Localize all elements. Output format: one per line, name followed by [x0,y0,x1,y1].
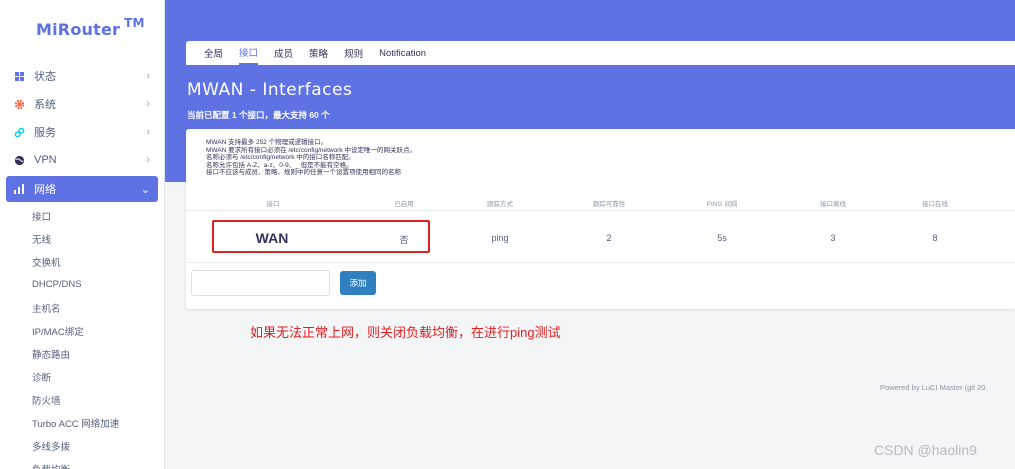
chevron-right-icon: › [146,98,150,110]
sidebar-item-services[interactable]: 服务 › [0,118,164,146]
submenu-item-switch[interactable]: 交换机 [32,250,164,273]
column-header-interface-down: 接口离线 [820,201,846,208]
gear-icon [12,99,26,110]
column-header-interface: 接口 [266,201,280,208]
sidebar-item-system[interactable]: 系统 › [0,90,164,118]
sidebar-item-label: 服务 [34,127,56,139]
submenu-item-multi-dial[interactable]: 多线多拨 [32,434,164,457]
add-button[interactable]: 添加 [340,271,376,295]
tab-notification[interactable]: Notification [379,41,426,65]
tab-members[interactable]: 成员 [274,41,293,65]
column-header-interface-up: 接口在线 [922,201,948,208]
sidebar-menu: 状态 › 系统 › 服务 › VPN › 网络 ⌄ 接口 无线 交换机 DHCP… [0,62,164,469]
submenu-item-ip-mac-binding[interactable]: IP/MAC绑定 [32,319,164,342]
sidebar-item-label: 状态 [34,71,56,83]
notes-block: MWAN 支持最多 252 个物理或逻辑接口。 MWAN 要求所有接口必须在 /… [206,139,416,177]
app-root: MiRouter TM 状态 › 系统 › 服务 › VPN › 网络 ⌄ 接口… [0,0,1015,469]
submenu-item-interfaces[interactable]: 接口 [32,204,164,227]
logo-text: MiRouter [36,19,121,39]
chevron-right-icon: › [146,70,150,82]
submenu-item-diagnostics[interactable]: 诊断 [32,365,164,388]
red-highlight-box [212,220,430,253]
footer-powered-by: Powered by LuCI Master (git 20. [880,383,988,392]
sidebar-item-vpn[interactable]: VPN › [0,146,164,174]
table-row[interactable]: WAN 否 ping 2 5s 3 8 [186,213,1015,263]
sidebar-item-status[interactable]: 状态 › [0,62,164,90]
grid-icon [12,71,26,81]
watermark: CSDN @haolin9 [874,442,977,458]
sidebar-item-label: VPN [34,154,57,166]
submenu-item-static-routes[interactable]: 静态路由 [32,342,164,365]
network-submenu: 接口 无线 交换机 DHCP/DNS 主机名 IP/MAC绑定 静态路由 诊断 … [0,204,164,469]
table-header: 接口 已启用 跟踪方式 跟踪可靠性 PING 间隔 接口离线 接口在线 [186,195,1015,211]
note-line: 接口不应该与成员、策略、规则中的任意一个设置项使用相同的名称 [206,169,401,177]
sidebar: MiRouter TM 状态 › 系统 › 服务 › VPN › 网络 ⌄ 接口… [0,0,165,469]
cell-tracking-method: ping [491,233,509,243]
column-header-tracking-reliability: 跟踪可靠性 [592,201,626,208]
column-header-enabled: 已启用 [394,201,414,208]
logo[interactable]: MiRouter TM [0,0,164,58]
tab-rules[interactable]: 规则 [344,41,363,65]
globe-icon [12,155,26,166]
submenu-item-hostnames[interactable]: 主机名 [32,296,164,319]
chevron-right-icon: › [146,154,150,166]
cell-ping-interval: 5s [717,233,727,243]
tab-global[interactable]: 全局 [204,41,223,65]
sidebar-item-label: 系统 [34,99,56,111]
column-header-tracking-method: 跟踪方式 [487,201,513,208]
sidebar-item-label: 网络 [34,184,56,196]
cell-tracking-reliability: 2 [606,233,612,243]
network-icon [12,184,26,194]
note-line: MWAN 支持最多 252 个物理或逻辑接口。 [206,139,328,146]
new-interface-input[interactable] [191,270,330,296]
submenu-item-turbo-acc[interactable]: Turbo ACC 网络加速 [32,411,164,434]
page-subtitle: 当前已配置 1 个接口，最大支持 60 个 [187,110,330,120]
submenu-item-firewall[interactable]: 防火墙 [32,388,164,411]
cell-interface-up: 8 [932,233,938,243]
note-line: 名称必须与 /etc/config/network 中的接口名称匹配。 [206,154,355,162]
tab-bar: 全局 接口 成员 策略 规则 Notification [186,41,1015,65]
interfaces-card: MWAN 支持最多 252 个物理或逻辑接口。 MWAN 要求所有接口必须在 /… [186,129,1015,309]
annotation-text: 如果无法正常上网，则关闭负载均衡，在进行ping测试 [250,325,561,340]
link-icon [12,127,26,138]
tab-policies[interactable]: 策略 [309,41,328,65]
submenu-item-load-balancing[interactable]: 负载均衡 [32,457,164,469]
column-header-ping-interval: PING 间隔 [706,201,738,208]
submenu-item-dhcp-dns[interactable]: DHCP/DNS [32,273,164,296]
cell-interface-down: 3 [830,233,836,243]
chevron-right-icon: › [146,126,150,138]
sidebar-item-network[interactable]: 网络 ⌄ [6,176,158,202]
tab-interfaces[interactable]: 接口 [239,41,259,65]
chevron-down-icon: ⌄ [140,183,150,196]
submenu-item-wireless[interactable]: 无线 [32,227,164,250]
logo-tm: TM [124,16,145,30]
page-title: MWAN - Interfaces [187,80,353,100]
